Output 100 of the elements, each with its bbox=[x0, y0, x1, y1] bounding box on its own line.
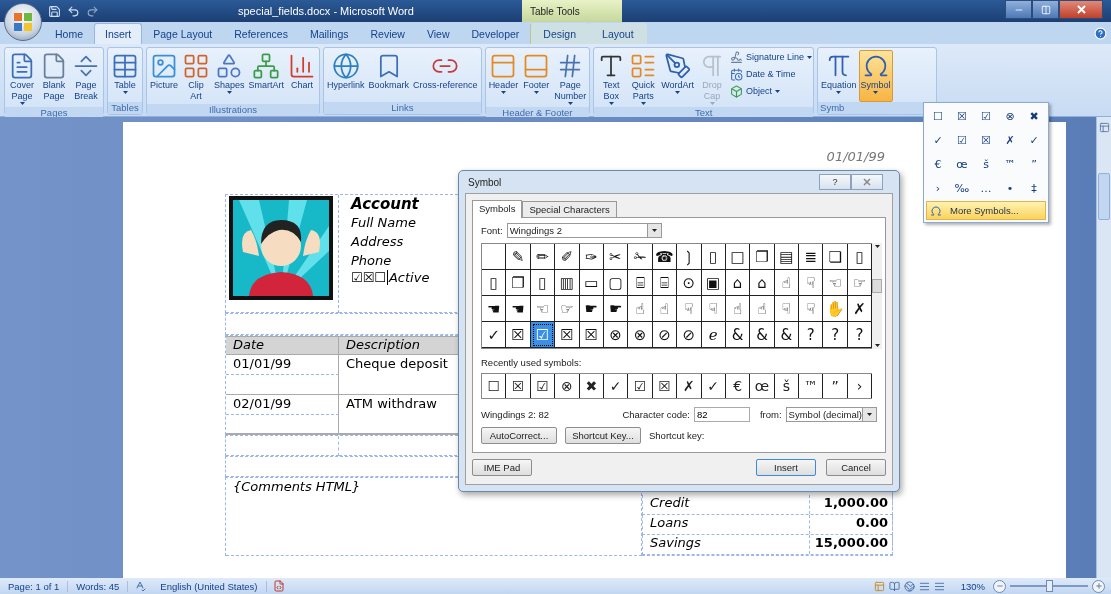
symbol-cell[interactable]: ☐ bbox=[482, 374, 507, 398]
symbol-option[interactable]: • bbox=[998, 176, 1022, 200]
symbol-cell[interactable]: ⊘ bbox=[677, 322, 702, 348]
symbol-cell[interactable]: & bbox=[725, 322, 751, 348]
symbol-cell[interactable]: ™ bbox=[799, 374, 824, 398]
symbol-option[interactable]: € bbox=[926, 152, 950, 176]
ribbon-button[interactable]: Symbol bbox=[858, 50, 893, 102]
ribbon-button[interactable]: WordArt bbox=[659, 50, 696, 107]
symbol-cell[interactable]: ⊗ bbox=[555, 374, 580, 398]
ribbon-tab[interactable]: Home bbox=[44, 23, 94, 44]
ribbon-button[interactable]: Date & Time bbox=[730, 67, 813, 82]
save-icon[interactable] bbox=[48, 4, 61, 18]
ribbon-button[interactable]: Equation bbox=[819, 50, 859, 102]
symbol-option[interactable]: ⊗ bbox=[998, 104, 1022, 128]
menu-item[interactable]: More Symbols... bbox=[926, 201, 1046, 220]
ribbon-button[interactable]: Table bbox=[109, 50, 141, 102]
ribbon-tab[interactable]: Review bbox=[359, 23, 416, 44]
symbol-cell[interactable]: ✁ bbox=[628, 244, 653, 270]
ribbon-button[interactable]: Page Break bbox=[70, 50, 102, 107]
symbol-cell[interactable]: ▯ bbox=[847, 244, 873, 270]
close-button[interactable] bbox=[851, 174, 883, 190]
symbol-cell[interactable]: ☝ bbox=[774, 270, 800, 296]
symbol-cell[interactable]: ▯ bbox=[530, 270, 556, 296]
symbol-cell[interactable]: œ bbox=[750, 374, 775, 398]
symbol-cell[interactable]: ✖ bbox=[579, 374, 604, 398]
zoom-in-button[interactable] bbox=[1092, 579, 1105, 593]
symbol-cell[interactable]: ⌂ bbox=[725, 270, 751, 296]
symbol-cell[interactable]: š bbox=[774, 374, 800, 398]
symbol-option[interactable]: ‡ bbox=[1022, 176, 1046, 200]
symbol-cell[interactable]: ⊗ bbox=[628, 322, 653, 348]
symbol-option[interactable]: ☑ bbox=[950, 128, 974, 152]
insert-button[interactable]: Insert bbox=[756, 459, 816, 476]
symbol-cell[interactable]: ✐ bbox=[555, 244, 580, 270]
symbol-cell[interactable]: ▭ bbox=[579, 270, 604, 296]
symbol-cell[interactable]: ” bbox=[823, 374, 848, 398]
symbol-option[interactable]: ✓ bbox=[926, 128, 950, 152]
symbol-option[interactable]: ” bbox=[1022, 152, 1046, 176]
symbol-cell[interactable]: ✓ bbox=[482, 322, 507, 348]
dialog-tab[interactable]: Symbols bbox=[472, 200, 523, 218]
grid-scrollbar[interactable] bbox=[872, 243, 883, 349]
symbol-option[interactable]: ✗ bbox=[998, 128, 1022, 152]
symbol-option[interactable]: ☒ bbox=[974, 128, 998, 152]
help-button[interactable]: ? bbox=[819, 174, 851, 190]
symbol-cell[interactable]: € bbox=[725, 374, 751, 398]
close-button[interactable] bbox=[1059, 0, 1103, 19]
dialog-tab[interactable]: Special Characters bbox=[522, 201, 617, 218]
symbol-cell[interactable]: ? bbox=[823, 322, 848, 348]
cancel-button[interactable]: Cancel bbox=[826, 459, 886, 476]
symbol-cell[interactable]: ❐ bbox=[506, 270, 531, 296]
ribbon-tab[interactable]: Mailings bbox=[298, 23, 360, 44]
symbol-cell[interactable]: ☝ bbox=[652, 296, 678, 322]
symbol-cell[interactable]: & bbox=[750, 322, 775, 348]
office-button[interactable] bbox=[4, 3, 42, 41]
symbol-cell[interactable]: ☎ bbox=[652, 244, 678, 270]
symbol-cell[interactable]: ☝ bbox=[750, 296, 775, 322]
macro-icon[interactable] bbox=[272, 580, 285, 592]
symbol-cell[interactable]: ✗ bbox=[847, 296, 873, 322]
symbol-cell[interactable] bbox=[482, 244, 507, 270]
symbol-cell[interactable]: ☟ bbox=[677, 296, 702, 322]
symbol-cell[interactable]: ☝ bbox=[628, 296, 653, 322]
minimize-button[interactable] bbox=[1005, 0, 1032, 19]
symbol-cell[interactable]: ▥ bbox=[555, 270, 580, 296]
symbol-cell[interactable]: ☟ bbox=[799, 270, 824, 296]
ribbon-tab[interactable]: Design bbox=[530, 23, 590, 44]
from-select[interactable]: Symbol (decimal) bbox=[785, 407, 877, 422]
symbol-cell[interactable]: ❏ bbox=[823, 244, 848, 270]
symbol-cell[interactable]: ⊗ bbox=[603, 322, 629, 348]
symbol-cell[interactable]: ? bbox=[847, 322, 873, 348]
ribbon-tab[interactable]: Developer bbox=[460, 23, 531, 44]
ribbon-button[interactable]: Chart bbox=[286, 50, 319, 104]
help-icon[interactable] bbox=[1094, 27, 1107, 40]
ribbon-button[interactable]: Signature Line bbox=[730, 50, 813, 65]
ribbon-button[interactable]: Page Number bbox=[552, 50, 589, 107]
symbol-cell[interactable]: ☒ bbox=[506, 374, 531, 398]
symbol-cell[interactable]: ☟ bbox=[799, 296, 824, 322]
symbol-cell[interactable]: ☟ bbox=[774, 296, 800, 322]
ribbon-button[interactable]: Picture bbox=[148, 50, 180, 104]
ime-pad-button[interactable]: IME Pad bbox=[472, 459, 532, 476]
symbol-cell[interactable]: ☝ bbox=[725, 296, 751, 322]
symbol-cell[interactable]: ⌸ bbox=[652, 270, 678, 296]
ribbon-button[interactable]: Text Box bbox=[595, 50, 628, 107]
symbol-option[interactable]: ✖ bbox=[1022, 104, 1046, 128]
symbol-cell[interactable]: ☒ bbox=[506, 322, 531, 348]
symbol-cell[interactable]: ☞ bbox=[555, 296, 580, 322]
language-status[interactable]: English (United States) bbox=[152, 580, 267, 592]
vertical-scrollbar[interactable] bbox=[1096, 117, 1111, 578]
ribbon-button[interactable]: Quick Parts bbox=[627, 50, 660, 107]
web-layout-icon[interactable] bbox=[903, 580, 915, 592]
symbol-cell[interactable]: □ bbox=[725, 244, 751, 270]
ribbon-tab[interactable]: Layout bbox=[589, 23, 647, 44]
symbol-cell[interactable]: ☒ bbox=[579, 322, 604, 348]
ribbon-button[interactable]: Cover Page bbox=[6, 50, 38, 107]
symbol-cell[interactable]: ✎ bbox=[506, 244, 531, 270]
symbol-cell[interactable]: ? bbox=[799, 322, 824, 348]
symbol-cell[interactable]: ℯ bbox=[701, 322, 726, 348]
ribbon-button[interactable]: Header bbox=[486, 50, 521, 107]
ribbon-button[interactable]: Cross-reference bbox=[411, 50, 480, 102]
zoom-out-button[interactable] bbox=[993, 579, 1006, 593]
draft-icon[interactable] bbox=[933, 580, 945, 592]
symbol-cell[interactable]: ▢ bbox=[603, 270, 629, 296]
